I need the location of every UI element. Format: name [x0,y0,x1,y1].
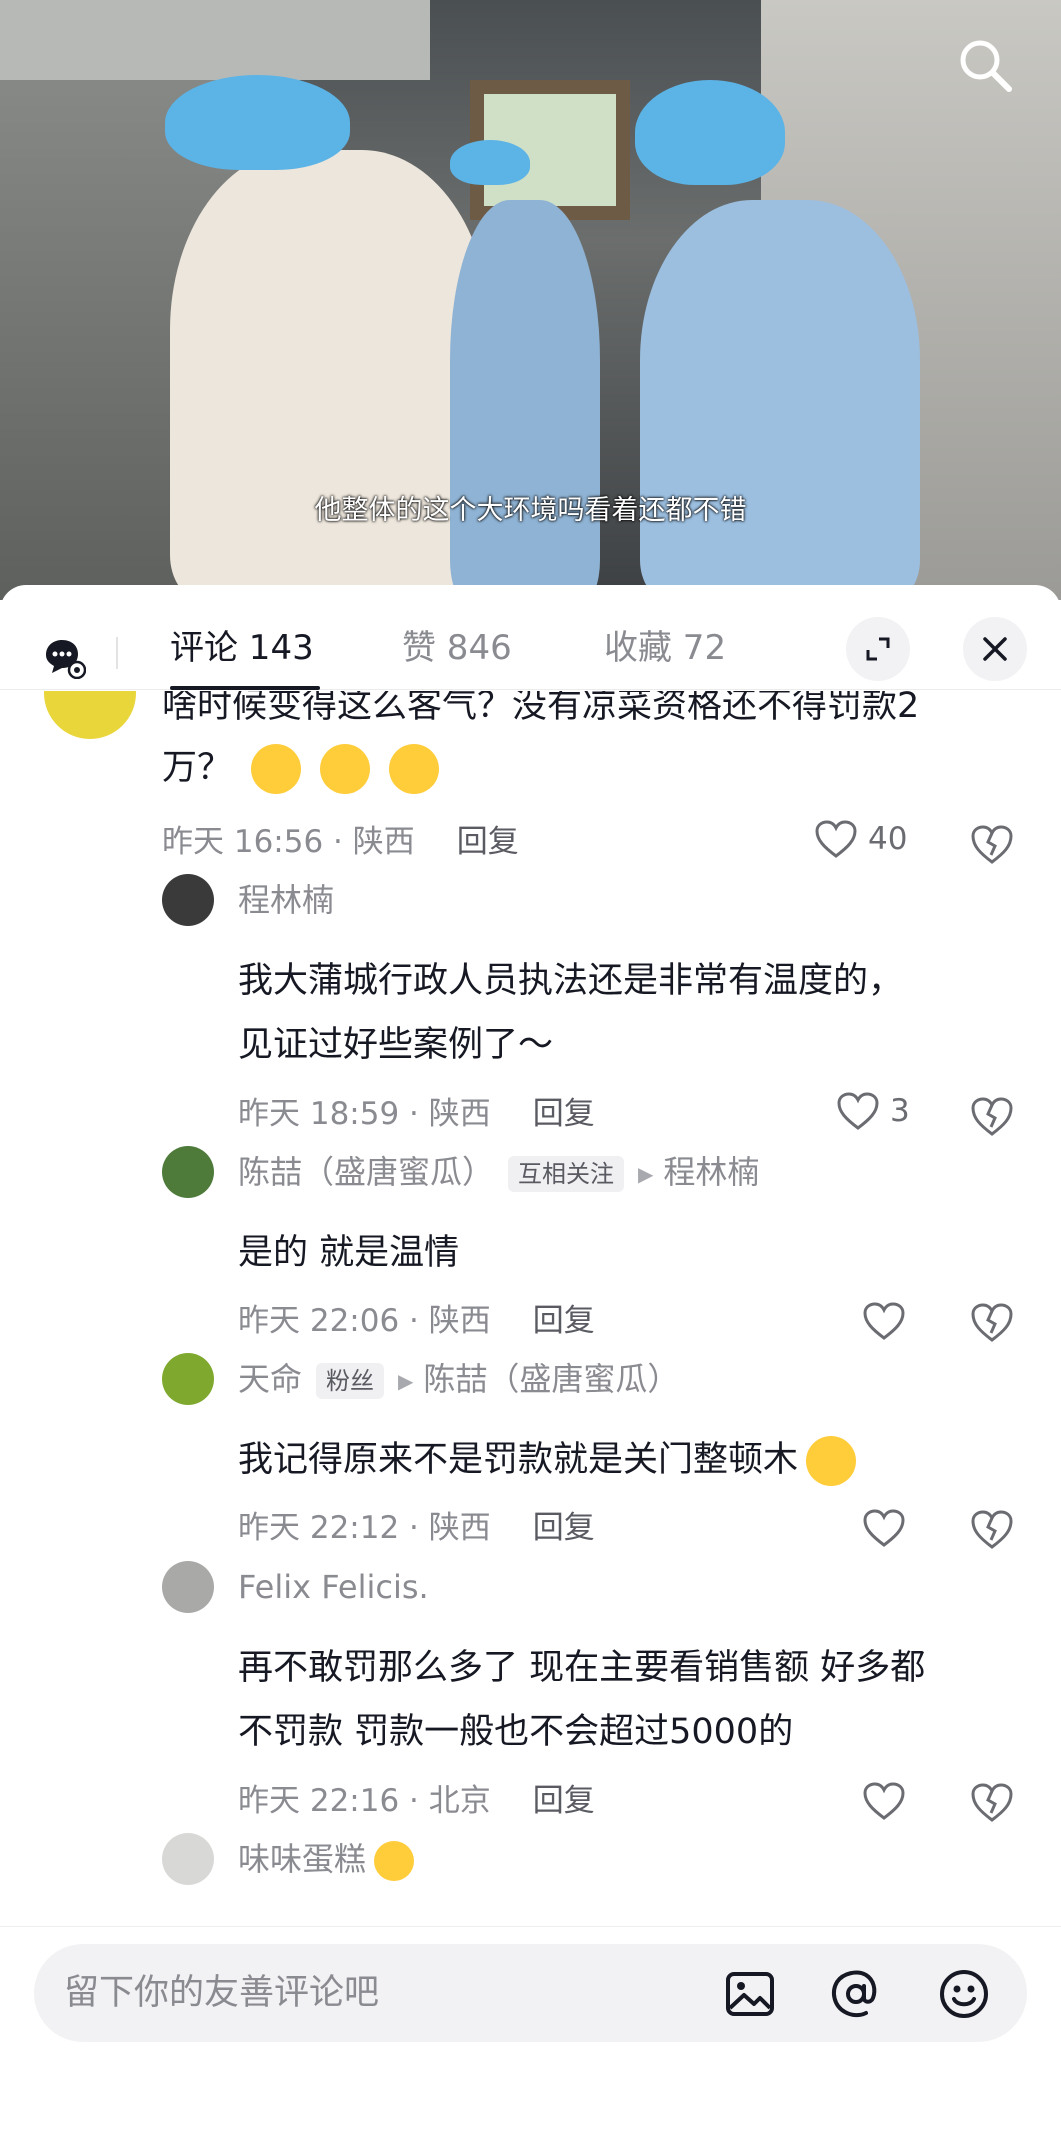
comment-meta: 昨天 22:06 · 陕西 回复 [238,1301,595,1341]
scream-emoji-icon [251,744,302,794]
like-count: 3 [890,1093,910,1129]
reply-button[interactable]: 回复 [533,1783,595,1819]
heart-icon[interactable] [862,1781,906,1821]
video-figure [170,150,490,600]
comment-text: 我大蒲城行政人员执法还是非常有温度的， [238,961,904,1001]
tab-divider [116,637,118,669]
comment-time: 昨天 16:56 · 陕西 [162,824,415,860]
reply-button[interactable]: 回复 [533,1303,595,1339]
comment-text: 不罚款 罚款一般也不会超过5000的 [238,1712,794,1752]
comment-meta: 昨天 22:12 · 陕西 回复 [238,1508,595,1548]
reply-header: 味味蛋糕 [238,1839,415,1881]
mention-icon[interactable] [830,1968,882,2020]
reply-target[interactable]: 程林楠 [663,1153,759,1191]
reply-arrow-icon: ▶ [638,1162,654,1186]
yum-emoji-icon [374,1841,415,1881]
reply-arrow-icon: ▶ [398,1369,414,1393]
reply-username[interactable]: Felix Felicis. [238,1567,429,1607]
video-figure [640,200,920,600]
avatar[interactable] [44,691,136,739]
reply-header: 天命 粉丝 ▶ 陈喆（盛唐蜜瓜） [238,1359,1038,1401]
expand-icon [866,637,890,661]
comment-text: 我记得原来不是罚款就是关门整顿木 [238,1428,857,1492]
comment-list[interactable]: 啥时候变得这么客气？没有凉菜资格还不得罚款2 万？ 昨天 16:56 · 陕西回… [0,691,1061,1921]
dislike-icon[interactable] [970,822,1014,866]
video-figure [450,200,600,600]
image-icon[interactable] [724,1968,776,2020]
tab-likes[interactable]: 赞 846 [402,618,512,678]
reply-header: 陈喆（盛唐蜜瓜） 互相关注 ▶ 程林楠 [238,1152,1038,1194]
comment-text: 再不敢罚那么多了 现在主要看销售额 好多都 [238,1648,926,1688]
like-button[interactable]: 40 [814,819,907,859]
like-count: 40 [868,821,908,857]
tab-favorites[interactable]: 收藏 72 [604,618,726,678]
comment-tabs-bar: 评论 143 赞 846 收藏 72 [0,585,1061,690]
reply-button[interactable]: 回复 [457,824,519,860]
scream-emoji-icon [389,744,440,794]
comment-text: 见证过好些案例了～ [238,1025,554,1065]
comment-time: 昨天 22:16 · 北京 [238,1783,491,1819]
avatar[interactable] [162,1146,214,1198]
tab-comments[interactable]: 评论 143 [170,618,314,678]
expand-button[interactable] [846,617,910,681]
crying-laughing-emoji-icon [806,1436,857,1486]
comment-meta: 昨天 18:59 · 陕西 回复 [238,1094,595,1134]
avatar[interactable] [162,1353,214,1405]
relation-badge: 互相关注 [508,1156,625,1192]
emoji-icon[interactable] [938,1968,990,2020]
avatar[interactable] [162,874,214,926]
heart-icon [815,820,857,858]
comment-time: 昨天 22:12 · 陕西 [238,1510,491,1546]
video-subtitle: 他整体的这个大环境吗看着还都不错 [314,495,747,526]
comment-input-container[interactable] [34,1944,1027,2042]
comment-input[interactable] [64,1944,704,2042]
reply-username[interactable]: 陈喆（盛唐蜜瓜） [238,1153,494,1191]
avatar[interactable] [162,1561,214,1613]
reply-button[interactable]: 回复 [533,1510,595,1546]
dislike-icon[interactable] [970,1507,1014,1551]
comment-time: 昨天 22:06 · 陕西 [238,1303,491,1339]
search-button[interactable] [950,30,1020,100]
video-figure [635,80,785,185]
comment-input-bar [0,1926,1061,2147]
dislike-icon[interactable] [970,1780,1014,1824]
comment-text: 啥时候变得这么客气？没有凉菜资格还不得罚款2 [162,691,920,726]
reply-target[interactable]: 陈喆（盛唐蜜瓜） [423,1360,679,1398]
like-button[interactable]: 3 [836,1091,910,1131]
dislike-icon[interactable] [970,1094,1014,1138]
comment-settings-icon[interactable] [42,635,86,679]
scream-emoji-icon [320,744,371,794]
dislike-icon[interactable] [970,1300,1014,1344]
close-icon [983,637,1007,661]
close-button[interactable] [963,617,1027,681]
video-figure [450,140,530,185]
comment-meta: 昨天 16:56 · 陕西 回复 [162,822,519,862]
heart-icon[interactable] [862,1301,906,1341]
avatar[interactable] [162,1833,214,1885]
comment-text: 万？ [162,736,440,800]
heart-icon [837,1092,879,1130]
comment-meta: 昨天 22:16 · 北京 回复 [238,1781,595,1821]
search-icon [960,40,1012,92]
video-background [0,0,430,80]
reply-username[interactable]: 味味蛋糕 [238,1840,366,1878]
reply-username[interactable]: 天命 [238,1360,302,1398]
comment-sheet: 评论 143 赞 846 收藏 72 啥时候变得这么客气？没有凉菜资格还不得罚款… [0,585,1061,2147]
relation-badge: 粉丝 [316,1363,385,1399]
heart-icon[interactable] [862,1508,906,1548]
active-tab-indicator [170,686,320,690]
reply-username[interactable]: 程林楠 [238,880,334,920]
video-figure [165,75,350,170]
comment-text: 是的 就是温情 [238,1233,460,1273]
comment-time: 昨天 18:59 · 陕西 [238,1096,491,1132]
video-player[interactable]: 他整体的这个大环境吗看着还都不错 [0,0,1061,600]
reply-button[interactable]: 回复 [533,1096,595,1132]
